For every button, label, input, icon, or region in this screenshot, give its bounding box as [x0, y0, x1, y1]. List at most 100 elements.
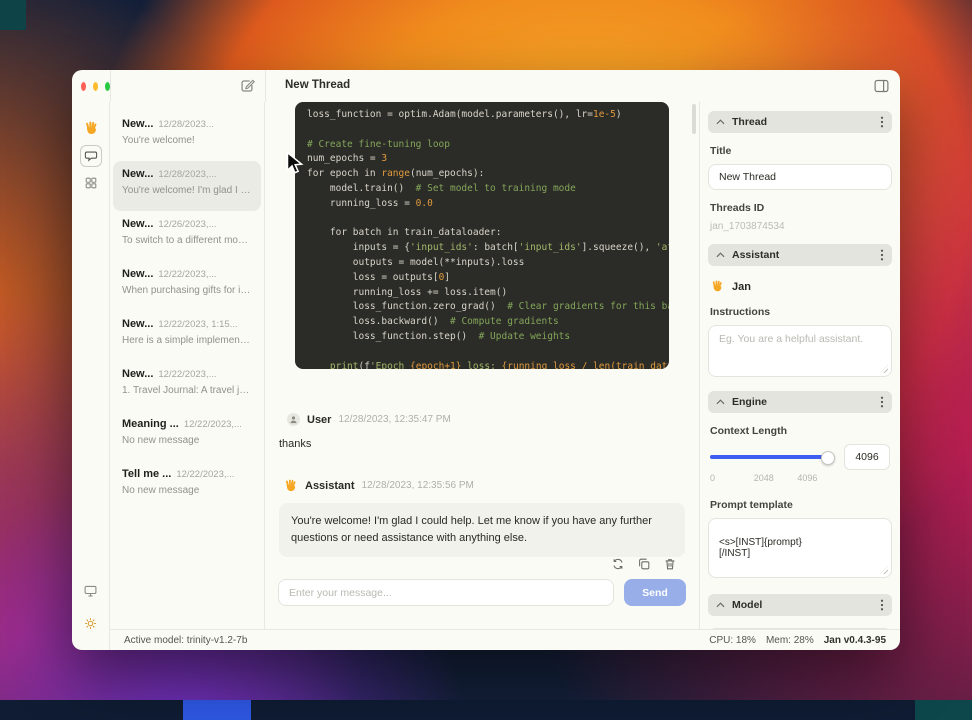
memory-usage: Mem: 28% [765, 634, 814, 646]
thread-list-item[interactable]: New... 12/22/2023, 1:15... Here is a simpl… [113, 311, 261, 361]
copy-icon[interactable] [636, 556, 651, 571]
system-monitor-icon[interactable] [80, 580, 102, 602]
user-message-header: User 12/28/2023, 12:35:47 PM [279, 413, 685, 426]
context-length-slider-row: 4096 [710, 444, 890, 470]
prompt-template-label: Prompt template [710, 499, 793, 511]
code-line: loss.backward() # Compute gradients [307, 316, 559, 328]
code-line: loss = outputs[0] [307, 271, 451, 283]
minimize-window-button[interactable] [93, 81, 98, 91]
thread-title: Meaning ... [122, 418, 179, 430]
slider-ticks: 0 2048 4096 [710, 473, 818, 483]
context-length-slider[interactable] [710, 450, 835, 465]
code-block: loss_function = optim.Adam(model.paramet… [295, 102, 669, 369]
thread-list-item[interactable]: New... 12/28/2023... You're welcome! [113, 111, 261, 161]
thread-date: 12/22/2023,... [158, 269, 217, 280]
settings-gear-icon[interactable] [80, 612, 102, 634]
kebab-menu-icon[interactable] [880, 396, 884, 408]
thread-list-item[interactable]: Tell me ... 12/22/2023,... No new message [113, 461, 261, 511]
thread-list-item[interactable]: New... 12/22/2023,... 1. Travel Journal: A… [113, 361, 261, 411]
message-timestamp: 12/28/2023, 12:35:47 PM [338, 414, 451, 425]
thread-preview: You're welcome! [122, 135, 195, 146]
thread-title-input[interactable] [708, 164, 892, 190]
jan-app-window: New Thread New... 12/28/2023... You're w… [72, 70, 900, 650]
chat-scrollbar[interactable] [692, 104, 696, 134]
thread-title: Tell me ... [122, 468, 172, 480]
desktop-bottom-strip [0, 700, 972, 720]
instructions-textarea[interactable]: Eg. You are a helpful assistant. [708, 325, 892, 377]
message-input[interactable] [278, 579, 614, 606]
message-actions [610, 556, 677, 571]
thread-date: 12/22/2023,... [176, 469, 235, 480]
regenerate-icon[interactable] [610, 556, 625, 571]
kebab-menu-icon[interactable] [880, 116, 884, 128]
kebab-menu-icon[interactable] [880, 249, 884, 261]
active-model-status: Active model: trinity-v1.2-7b [124, 634, 248, 646]
thread-date: 12/26/2023,... [158, 219, 217, 230]
threads-id-label: Threads ID [710, 202, 765, 214]
right-panel-toggle-icon[interactable] [873, 78, 890, 94]
thread-section-header[interactable]: Thread [708, 111, 892, 133]
code-line: # Create fine-tuning loop [307, 138, 450, 150]
thread-title: New... [122, 268, 154, 280]
thread-list-item[interactable]: New... 12/26/2023,... To switch to a diffe… [113, 211, 261, 261]
thread-list-item[interactable]: Meaning ... 12/22/2023,... No new message [113, 411, 261, 461]
code-line: inputs = {'input_ids': batch['input_ids'… [307, 242, 669, 254]
code-line: running_loss = 0.0 [307, 197, 433, 209]
instructions-label: Instructions [710, 306, 771, 318]
thread-preview: When purchasing gifts for in-... [122, 285, 252, 296]
jan-logo-hand-icon [83, 120, 99, 136]
traffic-lights [72, 81, 110, 91]
section-title: Model [732, 599, 763, 611]
thread-date: 12/22/2023, 1:15... [158, 319, 238, 330]
instructions-placeholder: Eg. You are a helpful assistant. [719, 333, 864, 345]
engine-section-header[interactable]: Engine [708, 391, 892, 413]
desktop-dock-item-blue [183, 700, 251, 720]
message-role: Assistant [305, 479, 355, 492]
thread-preview: No new message [122, 435, 200, 446]
threads-nav-icon[interactable] [79, 145, 102, 167]
left-ribbon [72, 102, 110, 650]
titlebar-divider [110, 70, 111, 102]
titlebar: New Thread [72, 70, 900, 102]
chevron-up-icon [716, 602, 725, 608]
assistant-identity: Jan [710, 279, 890, 294]
prompt-template-textarea[interactable]: <s>[INST]{prompt} [/INST] [708, 518, 892, 578]
thread-date: 12/22/2023,... [158, 369, 217, 380]
model-section-header[interactable]: Model [708, 594, 892, 616]
messages: User 12/28/2023, 12:35:47 PM thanks Assi… [265, 413, 699, 558]
cpu-usage: CPU: 18% [709, 634, 756, 646]
hub-nav-icon[interactable] [80, 172, 102, 194]
assistant-message-bubble: You're welcome! I'm glad I could help. L… [279, 503, 685, 558]
thread-list-item[interactable]: New... 12/22/2023,... When purchasing gift… [113, 261, 261, 311]
resize-grip-icon[interactable] [880, 566, 888, 574]
app-version: Jan v0.4.3-95 [823, 634, 886, 646]
thread-preview: To switch to a different model,... [122, 235, 252, 246]
thread-title: New... [122, 218, 154, 230]
slider-knob[interactable] [820, 451, 835, 465]
thread-preview: You're welcome! I'm glad I cou... [122, 185, 252, 196]
thread-preview: No new message [122, 485, 200, 496]
resize-grip-icon[interactable] [880, 365, 888, 373]
assistant-section-header[interactable]: Assistant [708, 244, 892, 266]
thread-list: New... 12/28/2023... You're welcome! New...… [110, 102, 265, 629]
send-button[interactable]: Send [624, 579, 686, 606]
section-title: Thread [732, 116, 768, 128]
code-line: model.train() # Set model to training mo… [307, 182, 576, 194]
thread-date: 12/28/2023... [158, 119, 214, 130]
right-panel: Thread Title Threads ID jan_1703874534 A… [700, 102, 900, 629]
slider-fill [710, 455, 828, 459]
thread-preview: 1. Travel Journal: A travel journ... [122, 385, 252, 396]
close-window-button[interactable] [81, 81, 86, 91]
message-input-row: Send [278, 579, 686, 606]
thread-list-item[interactable]: New... 12/28/2023,... You're welcome! I'm … [113, 161, 261, 211]
status-bar: Active model: trinity-v1.2-7b CPU: 18% M… [110, 629, 900, 650]
code-line: num_epochs = 3 [307, 153, 388, 165]
thread-title: New... [122, 168, 154, 180]
section-title: Engine [732, 396, 768, 408]
delete-icon[interactable] [662, 556, 677, 571]
prompt-template-value: <s>[INST]{prompt} [/INST] [719, 537, 802, 559]
new-thread-compose-icon[interactable] [238, 77, 256, 95]
kebab-menu-icon[interactable] [880, 599, 884, 611]
